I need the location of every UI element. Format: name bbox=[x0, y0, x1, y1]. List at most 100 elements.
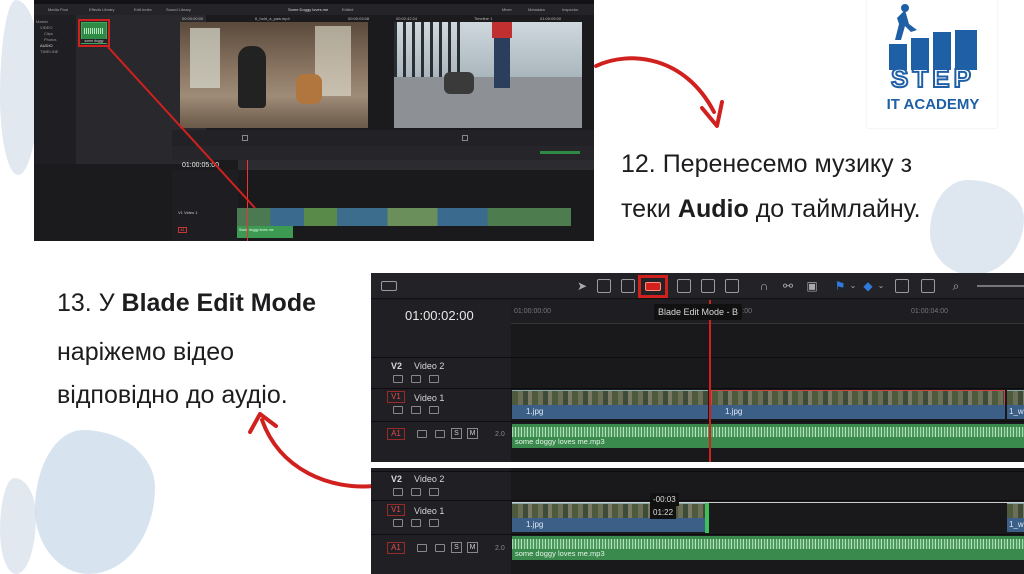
monitor-icon[interactable] bbox=[429, 375, 439, 383]
audio-clip[interactable]: some doggy loves me.mp3 bbox=[512, 424, 1024, 448]
curved-arrow-bottom bbox=[248, 412, 376, 489]
trim-handle[interactable] bbox=[705, 503, 709, 533]
lock-icon[interactable] bbox=[393, 375, 403, 383]
chevron-down-icon[interactable]: ⌄ bbox=[846, 279, 860, 293]
solo-button[interactable]: S bbox=[451, 428, 462, 439]
lock-icon[interactable] bbox=[393, 488, 403, 496]
play-icon[interactable] bbox=[242, 135, 248, 141]
project-title: Some Doggy loves me bbox=[288, 7, 329, 12]
track-v2-id: V2 bbox=[391, 474, 403, 484]
zoom-fit-icon[interactable] bbox=[895, 279, 909, 293]
timeline-toolbar: ➤ ∩ ⚯ ▣ ⚑ ⌄ ◆ ⌄ ⌕ bbox=[371, 273, 1024, 299]
tab-edit-index[interactable]: Edit Index bbox=[134, 7, 152, 12]
video-clip-left[interactable] bbox=[512, 390, 708, 406]
track-v2-name: Video 2 bbox=[414, 474, 445, 484]
play-icon[interactable] bbox=[462, 135, 468, 141]
flag-icon[interactable]: ⚑ bbox=[833, 279, 847, 293]
track-v1-id[interactable]: V1 bbox=[387, 391, 405, 403]
duration-value: 01:22 bbox=[650, 506, 677, 519]
blade-edit-mode-word: Blade Edit Mode bbox=[121, 289, 316, 317]
timeline-ruler[interactable] bbox=[238, 160, 594, 170]
watercolor-blob-left bbox=[35, 430, 155, 574]
track-v1-name: Video 1 bbox=[414, 393, 445, 403]
clip-name-next: 1_wa bbox=[1007, 405, 1024, 419]
lock-icon[interactable] bbox=[393, 406, 403, 414]
video-clips[interactable] bbox=[237, 208, 571, 226]
zoom-slider[interactable] bbox=[977, 285, 1024, 287]
source-viewer[interactable] bbox=[180, 22, 368, 128]
lock-icon[interactable]: ▣ bbox=[805, 279, 819, 293]
step-13-line2: наріжемо відео bbox=[57, 338, 235, 366]
zoom-detail-icon[interactable] bbox=[921, 279, 935, 293]
auto-select-icon[interactable] bbox=[435, 430, 445, 438]
highlight-frame bbox=[78, 19, 110, 47]
tab-metadata[interactable]: Metadata bbox=[528, 7, 545, 12]
blade-tooltip: Blade Edit Mode - B bbox=[654, 304, 743, 320]
search-icon[interactable]: ⌕ bbox=[949, 279, 963, 293]
playhead[interactable] bbox=[709, 300, 711, 462]
audio-clip[interactable]: some doggy loves me.mp3 bbox=[512, 536, 1024, 560]
audio-channels: 2.0 bbox=[495, 431, 505, 438]
insert-icon[interactable] bbox=[677, 279, 691, 293]
video-clip-next[interactable] bbox=[1007, 390, 1024, 406]
marker-icon[interactable]: ◆ bbox=[861, 279, 875, 293]
audio-clip-name: some doggy loves me.mp3 bbox=[515, 437, 605, 446]
step-13-line3: відповідно до аудіо. bbox=[57, 381, 288, 409]
snap-icon[interactable]: ∩ bbox=[757, 279, 771, 293]
tab-mixer[interactable]: Mixer bbox=[502, 7, 512, 12]
bin-tree: Master VIDEO Clips Photos AUDIO TIMELINE bbox=[34, 15, 76, 164]
monitor-icon[interactable] bbox=[429, 519, 439, 527]
chevron-down-icon[interactable]: ⌄ bbox=[874, 279, 888, 293]
pointer-icon[interactable]: ➤ bbox=[575, 279, 589, 293]
edited-label: Edited bbox=[342, 7, 354, 12]
timecode-mid: 00:00:03:08 bbox=[348, 16, 370, 21]
timeline-timecode: 01:00:02:00 bbox=[405, 308, 474, 323]
tab-effects-library[interactable]: Effects Library bbox=[89, 7, 115, 12]
lock-icon[interactable] bbox=[417, 430, 427, 438]
auto-select-icon[interactable] bbox=[411, 488, 421, 496]
mute-button[interactable]: M bbox=[467, 542, 478, 553]
dynamic-trim-icon[interactable] bbox=[621, 279, 635, 293]
link-icon[interactable]: ⚯ bbox=[781, 279, 795, 293]
transport-controls bbox=[172, 130, 594, 146]
tab-media-pool[interactable]: Media Pool bbox=[48, 7, 68, 12]
monitor-icon[interactable] bbox=[429, 406, 439, 414]
logo-academy-text: IT ACADEMY bbox=[886, 96, 980, 113]
tab-sound-library[interactable]: Sound Library bbox=[166, 7, 191, 12]
track-v2-name: Video 2 bbox=[414, 361, 445, 371]
timeline-viewer[interactable] bbox=[394, 22, 582, 128]
monitor-icon[interactable] bbox=[429, 488, 439, 496]
audio-clip[interactable]: Some doggy loves me bbox=[237, 226, 293, 238]
mute-button[interactable]: M bbox=[467, 428, 478, 439]
auto-select-icon[interactable] bbox=[411, 375, 421, 383]
tree-item[interactable]: TIMELINE bbox=[36, 49, 74, 55]
watercolor-blob-bottom-left bbox=[0, 478, 36, 574]
tab-inspector[interactable]: Inspector bbox=[562, 7, 578, 12]
auto-select-icon[interactable] bbox=[435, 544, 445, 552]
watercolor-blob-right bbox=[930, 180, 1024, 275]
track-v1-id[interactable]: V1 bbox=[387, 504, 405, 516]
auto-select-icon[interactable] bbox=[411, 519, 421, 527]
layout-icon[interactable] bbox=[381, 281, 397, 291]
viewer-right-title: Timeline 1 bbox=[474, 16, 493, 21]
timeline-ruler[interactable]: 01:00:00:00 01:00:02:00 01:00:04:00 bbox=[511, 300, 1024, 324]
lock-icon[interactable] bbox=[417, 544, 427, 552]
audio-channels: 2.0 bbox=[495, 545, 505, 552]
overwrite-icon[interactable] bbox=[701, 279, 715, 293]
track-a1-id[interactable]: A1 bbox=[387, 542, 405, 554]
replace-icon[interactable] bbox=[725, 279, 739, 293]
blade-icon[interactable] bbox=[645, 282, 661, 291]
auto-select-icon[interactable] bbox=[411, 406, 421, 414]
track-a1-label[interactable]: A1 bbox=[178, 227, 187, 233]
volume-slider[interactable] bbox=[540, 151, 580, 154]
lock-icon[interactable] bbox=[393, 519, 403, 527]
audio-waveform bbox=[512, 427, 1024, 437]
video-clip-right[interactable] bbox=[711, 390, 1005, 406]
screenshot-media-pool: Media Pool Effects Library Edit Index So… bbox=[34, 0, 594, 241]
step-13-line1: 13. У Blade Edit Mode bbox=[57, 289, 316, 317]
video-clip-next[interactable] bbox=[1007, 503, 1024, 519]
ruler-tick: 01:00:00:00 bbox=[514, 308, 551, 315]
trim-icon[interactable] bbox=[597, 279, 611, 293]
solo-button[interactable]: S bbox=[451, 542, 462, 553]
track-a1-id[interactable]: A1 bbox=[387, 428, 405, 440]
